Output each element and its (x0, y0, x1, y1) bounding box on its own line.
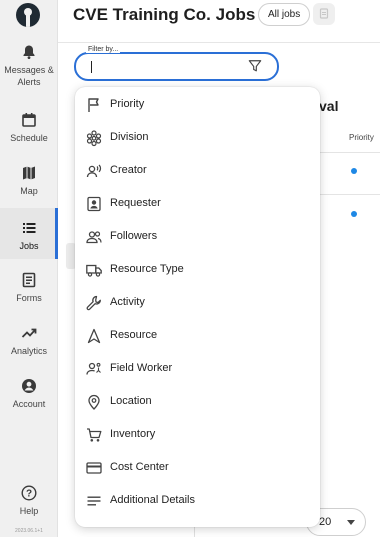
menu-item-label: Requester (110, 197, 161, 209)
sidebar-item-label: Forms (16, 293, 42, 303)
svg-text:?: ? (26, 489, 32, 500)
list-icon (23, 223, 36, 233)
menu-item-label: Activity (110, 296, 145, 308)
menu-item-additional-details[interactable]: Additional Details (75, 485, 320, 517)
menu-item-location[interactable]: Location (75, 386, 320, 418)
menu-item-creator[interactable]: Creator (75, 155, 320, 187)
form-icon (22, 272, 36, 288)
filter-label: Filter by... (86, 46, 121, 53)
menu-item-label: Creator (110, 164, 147, 176)
sidebar-item-help[interactable]: ? Help (0, 485, 58, 519)
menu-item-field-worker[interactable]: Field Worker (75, 353, 320, 385)
menu-item-label: Field Worker (110, 362, 173, 374)
map-icon (23, 166, 35, 180)
help-icon: ? (21, 485, 37, 501)
division-icon (86, 130, 102, 147)
resource-icon (87, 328, 101, 344)
sidebar-item-messages[interactable]: Messages & Alerts (0, 44, 58, 92)
sidebar-item-label: Analytics (10, 346, 47, 356)
table-divider (320, 152, 380, 153)
priority-dot (351, 211, 357, 217)
menu-item-label: Resource Type (110, 263, 184, 275)
document-icon (319, 8, 329, 19)
requester-icon (87, 196, 101, 212)
text-cursor (91, 61, 92, 73)
field-worker-icon (86, 362, 101, 375)
menu-item-inventory[interactable]: Inventory (75, 419, 320, 451)
menu-item-label: Division (110, 131, 149, 143)
sidebar-item-label: Messages & Alerts (4, 65, 54, 87)
all-jobs-chip[interactable]: All jobs (258, 3, 311, 26)
menu-item-division[interactable]: Division (75, 122, 320, 154)
menu-item-followers[interactable]: Followers (75, 221, 320, 253)
funnel-icon[interactable] (248, 59, 262, 73)
sidebar-item-label: Account (12, 399, 46, 409)
sidebar-item-account[interactable]: Account (0, 378, 58, 412)
section-heading: val (319, 98, 339, 114)
menu-item-label: Followers (110, 230, 158, 242)
sidebar: Messages & Alerts Schedule Map Jobs Form… (0, 0, 58, 537)
details-icon (87, 496, 101, 506)
chevron-down-icon (347, 520, 355, 525)
priority-dot (351, 168, 357, 174)
menu-item-label: Inventory (110, 428, 156, 440)
company-logo[interactable] (16, 3, 40, 27)
wrench-icon (86, 295, 101, 311)
sidebar-item-label: Help (19, 506, 39, 516)
menu-item-cost-center[interactable]: Cost Center (75, 452, 320, 484)
credit-card-icon (86, 462, 102, 474)
truck-icon (86, 264, 102, 277)
menu-item-label: Resource (110, 329, 158, 341)
page-size-value: 20 (319, 516, 332, 528)
table-divider (320, 194, 380, 195)
menu-item-priority[interactable]: Priority (75, 89, 320, 121)
sidebar-item-jobs[interactable]: Jobs (0, 208, 58, 259)
menu-item-label: Location (110, 395, 152, 407)
location-pin-icon (88, 394, 100, 410)
page-title: CVE Training Co. Jobs (73, 5, 256, 24)
sidebar-item-label: Map (20, 186, 38, 196)
cart-icon (87, 428, 102, 442)
sidebar-item-forms[interactable]: Forms (0, 272, 58, 306)
sidebar-item-schedule[interactable]: Schedule (0, 112, 58, 146)
export-button[interactable] (313, 3, 335, 25)
menu-item-resource[interactable]: Resource (75, 320, 320, 352)
creator-icon (86, 164, 102, 178)
menu-item-resource-type[interactable]: Resource Type (75, 254, 320, 286)
header-divider (58, 42, 380, 43)
menu-item-label: Priority (110, 98, 145, 110)
flag-icon (88, 98, 99, 112)
menu-item-requester[interactable]: Requester (75, 188, 320, 220)
filter-dropdown-menu: Priority Division Creator Requester Foll… (75, 87, 320, 527)
calendar-icon (22, 113, 36, 127)
menu-item-activity[interactable]: Activity (75, 287, 320, 319)
sidebar-item-analytics[interactable]: Analytics (0, 325, 58, 359)
sidebar-item-label: Jobs (19, 241, 39, 251)
account-icon (22, 379, 36, 393)
bell-icon (23, 45, 35, 59)
menu-item-label: Cost Center (110, 461, 169, 473)
followers-icon (86, 231, 102, 244)
column-header-priority[interactable]: Priority (349, 133, 374, 142)
trend-icon (21, 328, 37, 338)
app-version: 2023.06.1+1 (15, 528, 43, 534)
menu-item-label: Additional Details (110, 494, 195, 506)
sidebar-item-map[interactable]: Map (0, 165, 58, 199)
sidebar-item-label: Schedule (10, 133, 48, 143)
